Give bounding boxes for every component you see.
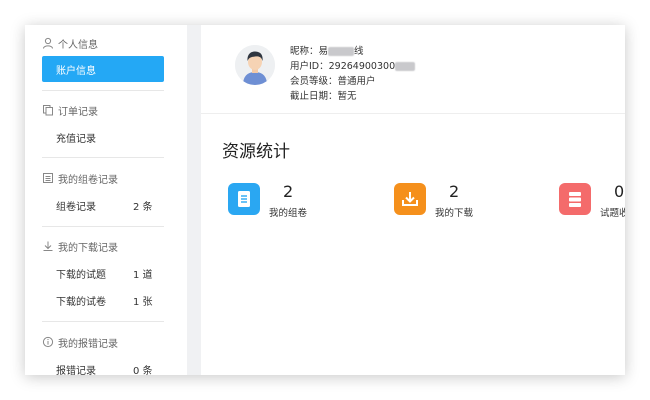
- main-panel: 昵称：易 线 用户ID：29264900300 会员等级：普通用户 截止日期：暂无…: [201, 25, 625, 375]
- sidebar-group-title: 个人信息: [58, 39, 98, 51]
- section-title: 资源统计: [222, 142, 290, 162]
- sidebar-group-papers: 我的组卷记录: [42, 170, 118, 186]
- sidebar-item-label: 账户信息: [56, 65, 96, 77]
- info-icon: [42, 336, 54, 348]
- sidebar-item-error-records[interactable]: 报错记录 0 条: [42, 356, 164, 376]
- stat-value-favorites: 0: [614, 182, 625, 201]
- user-id-label: 用户ID：: [290, 61, 329, 72]
- nickname-tail: 线: [354, 46, 364, 57]
- sidebar-group-title: 我的报错记录: [58, 338, 118, 350]
- stat-label-downloads[interactable]: 我的下载: [435, 205, 473, 219]
- member-level-value: 普通用户: [337, 76, 376, 87]
- user-id-line: 用户ID：29264900300: [290, 58, 416, 72]
- sidebar-item-paper-records[interactable]: 组卷记录 2 条: [42, 192, 164, 218]
- sidebar-group-personal-info: 个人信息: [42, 35, 98, 51]
- sidebar-group-title: 我的下载记录: [58, 242, 118, 254]
- app-frame: 个人信息 账户信息 订单记录 充值记录 我的组卷记录 组卷记录 2 条 我的下载…: [25, 25, 625, 375]
- divider: [201, 113, 625, 114]
- sidebar-item-count: 0 条: [133, 365, 153, 376]
- sidebar-item-count: 2 条: [133, 201, 153, 213]
- document-icon[interactable]: [228, 183, 260, 215]
- expiry-date-line: 截止日期：暂无: [290, 88, 357, 102]
- stack-icon[interactable]: [559, 183, 591, 215]
- sidebar-item-label: 报错记录: [56, 365, 96, 376]
- sidebar-item-count: 1 道: [133, 269, 153, 281]
- sidebar-group-title: 我的组卷记录: [58, 174, 118, 186]
- sidebar-item-account-info[interactable]: 账户信息: [42, 56, 164, 82]
- nickname-value: 易: [318, 46, 329, 57]
- divider: [42, 321, 164, 322]
- sidebar-group-error-reports: 我的报错记录: [42, 334, 118, 350]
- sidebar: 个人信息 账户信息 订单记录 充值记录 我的组卷记录 组卷记录 2 条 我的下载…: [25, 25, 187, 375]
- divider: [42, 90, 164, 91]
- sidebar-item-label: 下载的试卷: [56, 296, 106, 308]
- user-id-value: 29264900300: [328, 61, 396, 72]
- avatar: [235, 45, 275, 85]
- member-level-label: 会员等级：: [290, 76, 338, 87]
- nickname-label: 昵称：: [290, 46, 319, 57]
- stat-label-papers[interactable]: 我的组卷: [269, 205, 307, 219]
- redacted-nickname: [328, 47, 355, 56]
- divider: [42, 226, 164, 227]
- stat-value-papers: 2: [283, 182, 294, 201]
- stat-label-favorites[interactable]: 试题收藏: [600, 205, 625, 219]
- list-icon: [42, 172, 54, 184]
- sidebar-group-title: 订单记录: [58, 106, 98, 118]
- expiry-date-value: 暂无: [337, 91, 357, 102]
- sidebar-item-label: 充值记录: [56, 133, 96, 145]
- sidebar-item-downloaded-questions[interactable]: 下载的试题 1 道: [42, 260, 164, 286]
- download-icon: [42, 240, 54, 252]
- redacted-user-id: [395, 62, 416, 71]
- download-box-icon[interactable]: [394, 183, 426, 215]
- member-level-line: 会员等级：普通用户: [290, 73, 376, 87]
- nickname-line: 昵称：易 线: [290, 43, 364, 57]
- sidebar-item-recharge[interactable]: 充值记录: [42, 124, 164, 150]
- sidebar-group-orders: 订单记录: [42, 102, 98, 118]
- sidebar-item-label: 下载的试题: [56, 269, 106, 281]
- sidebar-item-downloaded-papers[interactable]: 下载的试卷 1 张: [42, 287, 164, 313]
- sidebar-item-count: 1 张: [133, 296, 153, 308]
- user-icon: [42, 37, 54, 49]
- divider: [42, 157, 164, 158]
- sidebar-item-label: 组卷记录: [56, 201, 96, 213]
- sidebar-group-downloads: 我的下载记录: [42, 238, 118, 254]
- stat-value-downloads: 2: [449, 182, 460, 201]
- expiry-date-label: 截止日期：: [290, 91, 338, 102]
- copy-icon: [42, 104, 54, 116]
